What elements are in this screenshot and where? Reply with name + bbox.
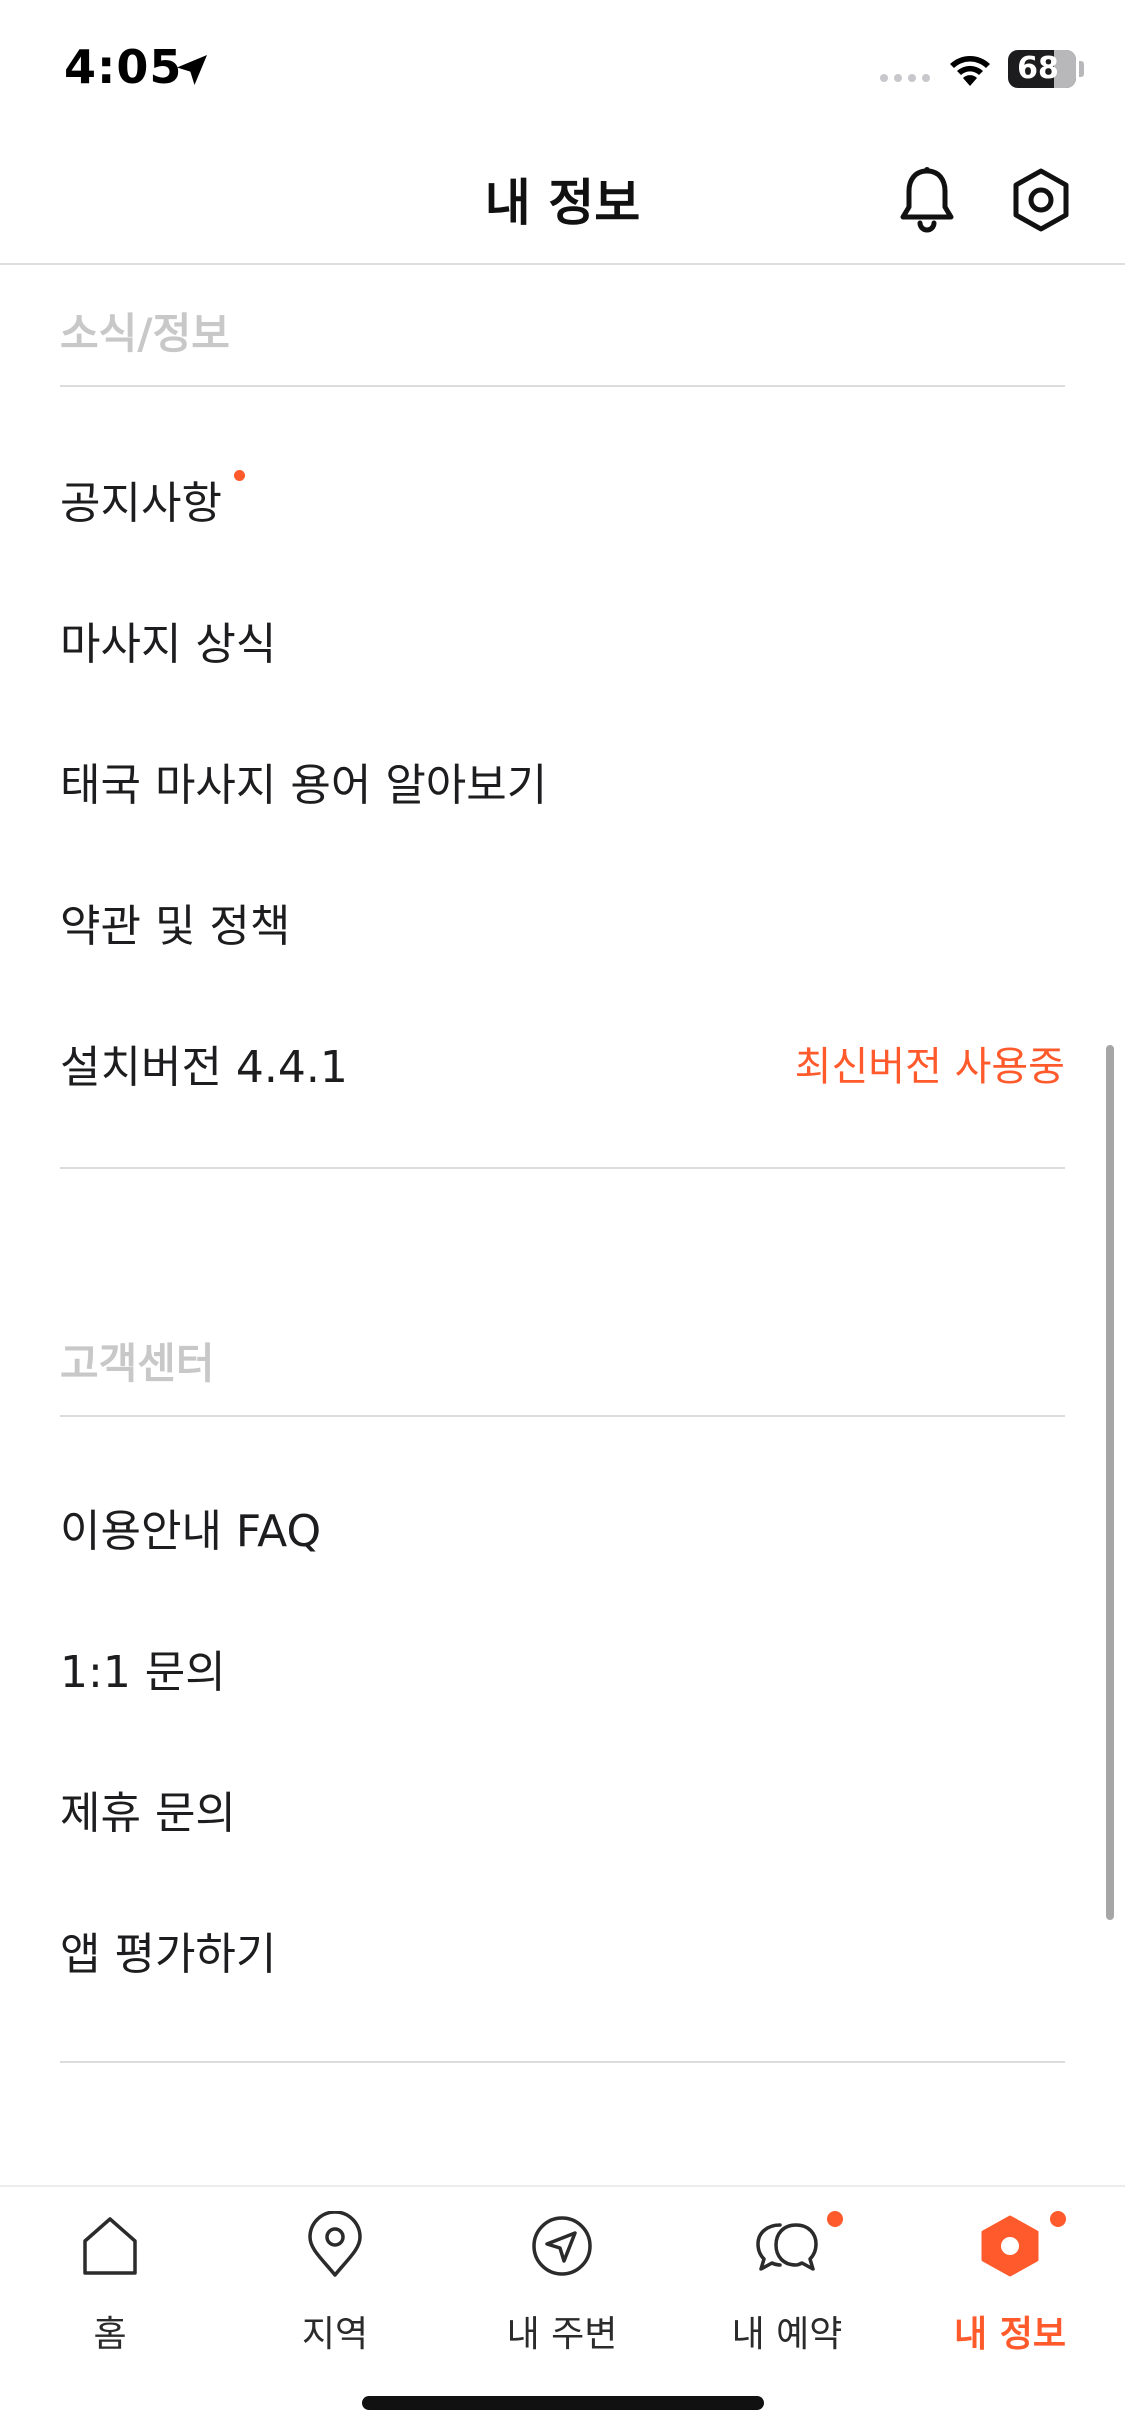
menu-item-label: 태국 마사지 용어 알아보기 [60, 760, 548, 811]
divider [60, 1415, 1065, 1417]
menu-item-inquiry[interactable]: 1:1 문의 [60, 1623, 1065, 1713]
menu-item-label: 제휴 문의 [60, 1788, 236, 1839]
section-title-news: 소식/정보 [60, 309, 230, 358]
tab-reservations[interactable]: 내 예약 [697, 2211, 877, 2361]
battery-icon: 68 [1008, 50, 1076, 88]
tab-home[interactable]: 홈 [20, 2211, 200, 2361]
menu-item-label: 마사지 상식 [60, 619, 277, 670]
battery-level: 68 [1017, 51, 1059, 86]
menu-item-terms-policy[interactable]: 약관 및 정책 [60, 877, 1065, 967]
menu-item-partnership[interactable]: 제휴 문의 [60, 1764, 1065, 1854]
menu-item-label: 공지사항 [60, 478, 222, 529]
wifi-icon [950, 56, 990, 86]
menu-item-label: 앱 평가하기 [60, 1929, 277, 1980]
tab-label: 내 정보 [954, 2314, 1066, 2355]
menu-item-notice[interactable]: 공지사항 [60, 454, 1065, 544]
location-arrow-icon [177, 55, 207, 85]
tab-region[interactable]: 지역 [245, 2211, 425, 2361]
menu-item-label: 약관 및 정책 [60, 901, 291, 952]
section-title-support: 고객센터 [60, 1339, 215, 1388]
menu-item-thai-terms[interactable]: 태국 마사지 용어 알아보기 [60, 736, 1065, 826]
app-header: 내 정보 [0, 135, 1125, 265]
home-indicator [362, 2396, 764, 2410]
menu-item-label: 이용안내 FAQ [60, 1506, 322, 1557]
map-pin-icon [308, 2211, 362, 2277]
home-icon [83, 2217, 137, 2275]
my-info-content: 소식/정보 공지사항 마사지 상식 태국 마사지 용어 알아보기 약관 및 정책… [0, 267, 1125, 2185]
scrollbar[interactable] [1106, 1045, 1114, 1920]
divider [60, 2061, 1065, 2063]
my-info-badge-dot [1050, 2211, 1066, 2227]
bell-icon[interactable] [895, 165, 959, 235]
status-time: 4:05 [64, 40, 183, 94]
settings-hexagon-icon[interactable] [1010, 167, 1072, 233]
hexagon-profile-icon [981, 2215, 1039, 2277]
tab-label: 지역 [301, 2314, 369, 2355]
divider [60, 1167, 1065, 1169]
tab-label: 내 예약 [731, 2314, 843, 2355]
status-bar: 4:05 68 [0, 0, 1125, 135]
cellular-signal-icon [880, 74, 930, 82]
navigation-arrow-icon [532, 2216, 592, 2276]
tab-label: 홈 [93, 2314, 127, 2355]
tab-label: 내 주변 [506, 2314, 618, 2355]
tab-nearby[interactable]: 내 주변 [472, 2211, 652, 2361]
menu-item-version: 설치버전 4.4.1 최신버전 사용중 [60, 1018, 1065, 1108]
version-status: 최신버전 사용중 [794, 1044, 1065, 1090]
new-badge-dot [233, 469, 245, 481]
battery-cap [1079, 61, 1084, 77]
menu-item-label: 1:1 문의 [60, 1647, 226, 1698]
reservations-badge-dot [827, 2211, 843, 2227]
menu-item-rate-app[interactable]: 앱 평가하기 [60, 1905, 1065, 1995]
version-label: 설치버전 4.4.1 [60, 1042, 348, 1093]
menu-item-massage-tips[interactable]: 마사지 상식 [60, 595, 1065, 685]
divider [60, 385, 1065, 387]
menu-item-faq[interactable]: 이용안내 FAQ [60, 1482, 1065, 1572]
tab-my-info[interactable]: 내 정보 [920, 2211, 1100, 2361]
chat-bubbles-icon [756, 2223, 818, 2271]
